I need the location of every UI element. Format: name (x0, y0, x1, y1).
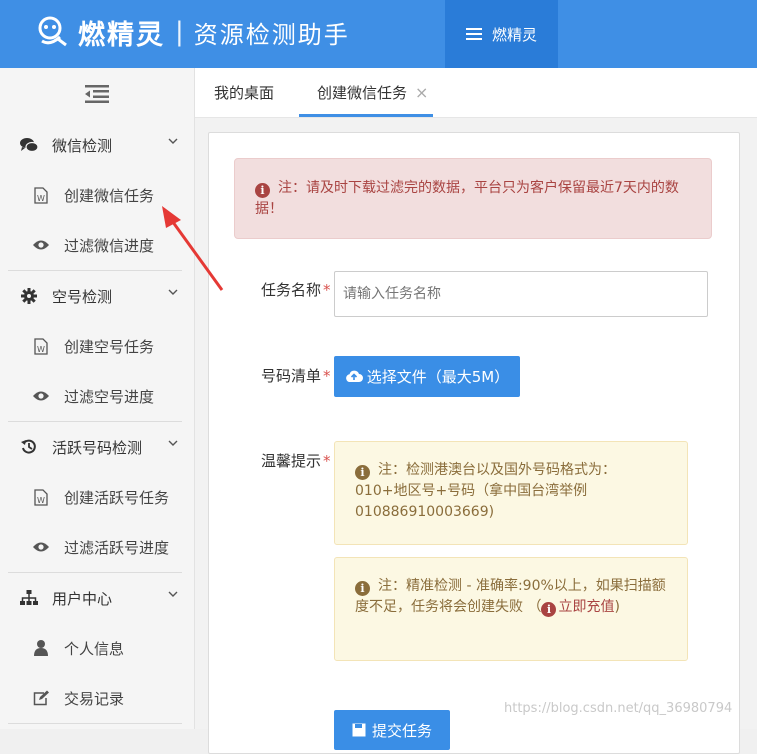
task-name-input[interactable] (334, 271, 708, 317)
tip-text: 注：检测港澳台以及国外号码格式为：010+地区号+号码（拿中国台湾举例01088… (355, 462, 616, 520)
data-retention-alert: i 注：请及时下载过滤完的数据，平台只为客户保留最近7天内的数据！ (234, 158, 712, 239)
robot-logo-icon (38, 16, 67, 47)
info-circle-icon: i (255, 183, 270, 198)
link-text: 立即充值 (558, 599, 615, 615)
number-list-label: 号码清单 * (261, 365, 331, 386)
svg-text:W: W (37, 345, 45, 354)
sidebar-item-label: 交易记录 (64, 689, 125, 708)
sidebar-item-label: 个人信息 (64, 639, 125, 658)
sidebar-item-filter-empty-progress[interactable]: 过滤空号进度 (0, 371, 194, 421)
sidebar-group-wechat[interactable]: 微信检测 (8, 120, 182, 170)
sidebar-group-active-number[interactable]: 活跃号码检测 (8, 421, 182, 472)
main-content: i注：请及时下载过滤完的数据，平台只为客户保留最近7天内的数据！ 任务名称* 号… (195, 118, 757, 754)
sidebar-item-create-empty-task[interactable]: W 创建空号任务 (0, 321, 194, 371)
word-document-icon: W (32, 337, 50, 355)
tab-my-desktop[interactable]: 我的桌面 (214, 68, 284, 117)
tab-create-wechat-task[interactable]: 创建微信任务 × (299, 68, 433, 117)
sidebar-collapse-toggle[interactable] (0, 68, 194, 120)
watermark: https://blog.csdn.net/qq_36980794 (504, 701, 733, 716)
sidebar-group-label: 微信检测 (52, 136, 113, 155)
sidebar-item-label: 创建空号任务 (64, 337, 155, 356)
history-icon (20, 438, 38, 456)
quota-tip: i 注：精准检测 - 准确率:90%以上，如果扫描额度不足，任务将会创建失败 （i… (334, 557, 688, 661)
sitemap-icon (20, 589, 38, 607)
annotation-arrow-icon (162, 206, 224, 291)
sidebar-group-user-center[interactable]: 用户中心 (8, 572, 182, 623)
chevron-down-icon (168, 138, 178, 144)
logo-name: 燃精灵 (78, 19, 165, 51)
svg-text:W: W (37, 496, 45, 505)
chevron-down-icon (168, 440, 178, 446)
submit-task-button[interactable]: 提交任务 (334, 710, 450, 750)
button-label: 提交任务 (371, 721, 432, 740)
info-circle-icon: i (541, 602, 557, 617)
chevron-down-icon (168, 591, 178, 597)
indent-icon (85, 85, 109, 103)
close-icon[interactable]: × (415, 83, 428, 102)
user-icon (32, 639, 50, 657)
task-name-label: 任务名称 * (261, 279, 331, 300)
choose-file-button[interactable]: 选择文件（最大5M） (334, 356, 520, 397)
cloud-upload-icon (345, 370, 363, 382)
sidebar-item-label: 创建微信任务 (64, 186, 155, 205)
label-text: 温馨提示 (261, 452, 322, 470)
chat-icon (20, 136, 38, 154)
form-panel: i注：请及时下载过滤完的数据，平台只为客户保留最近7天内的数据！ 任务名称* 号… (208, 132, 740, 754)
sidebar-item-personal-info[interactable]: 个人信息 (0, 623, 194, 673)
sidebar-group-label: 用户中心 (52, 589, 113, 608)
alert-text: 注：请及时下载过滤完的数据，平台只为客户保留最近7天内的数据！ (255, 180, 679, 217)
word-document-icon: W (32, 488, 50, 506)
logo[interactable]: 燃精灵 | 资源检测助手 (36, 12, 350, 52)
button-label: 选择文件（最大5M） (366, 368, 510, 386)
sidebar: 微信检测 W 创建微信任务 过滤微信进度 空号检测 W 创建空号任务 过滤空号进… (0, 68, 195, 729)
sidebar-item-label: 过滤微信进度 (64, 236, 155, 255)
word-document-icon: W (32, 186, 50, 204)
hamburger-icon (465, 28, 482, 40)
tip-end: ) (614, 599, 620, 615)
svg-text:W: W (37, 194, 45, 203)
logo-subtitle: 资源检测助手 (193, 20, 350, 49)
label-text: 任务名称 (261, 281, 322, 299)
recharge-link[interactable]: i 立即充值 (541, 599, 615, 617)
sidebar-divider (8, 723, 182, 724)
sidebar-item-label: 过滤空号进度 (64, 387, 155, 406)
required-mark: * (323, 452, 331, 470)
sidebar-item-transactions[interactable]: 交易记录 (0, 673, 194, 723)
eye-icon (32, 236, 50, 254)
required-mark: * (323, 281, 331, 299)
gear-icon (20, 287, 38, 305)
sidebar-item-label: 过滤活跃号进度 (64, 538, 170, 557)
tip-label: 温馨提示 * (261, 450, 331, 471)
tab-label: 创建微信任务 (317, 84, 408, 102)
logo-separator: | (175, 17, 184, 47)
sidebar-group-label: 活跃号码检测 (52, 438, 143, 457)
info-circle-icon: i (355, 465, 370, 480)
header-menu-label: 燃精灵 (491, 25, 537, 44)
eye-icon (32, 387, 50, 405)
edit-icon (32, 689, 50, 707)
required-mark: * (323, 367, 331, 385)
tab-label: 我的桌面 (214, 84, 275, 102)
sidebar-item-label: 创建活跃号任务 (64, 488, 170, 507)
save-icon (352, 723, 366, 737)
sidebar-group-label: 空号检测 (52, 287, 113, 306)
eye-icon (32, 538, 50, 556)
sidebar-item-create-active-task[interactable]: W 创建活跃号任务 (0, 472, 194, 522)
label-text: 号码清单 (261, 367, 322, 385)
info-circle-icon: i (355, 581, 370, 596)
number-format-tip: i 注：检测港澳台以及国外号码格式为：010+地区号+号码（拿中国台湾举例0108… (334, 441, 688, 545)
header-menu-button[interactable]: 燃精灵 (445, 0, 558, 68)
sidebar-item-filter-active-progress[interactable]: 过滤活跃号进度 (0, 522, 194, 572)
tab-bar: 我的桌面 创建微信任务 × (195, 68, 757, 118)
top-header: 燃精灵 | 资源检测助手 燃精灵 (0, 0, 757, 68)
